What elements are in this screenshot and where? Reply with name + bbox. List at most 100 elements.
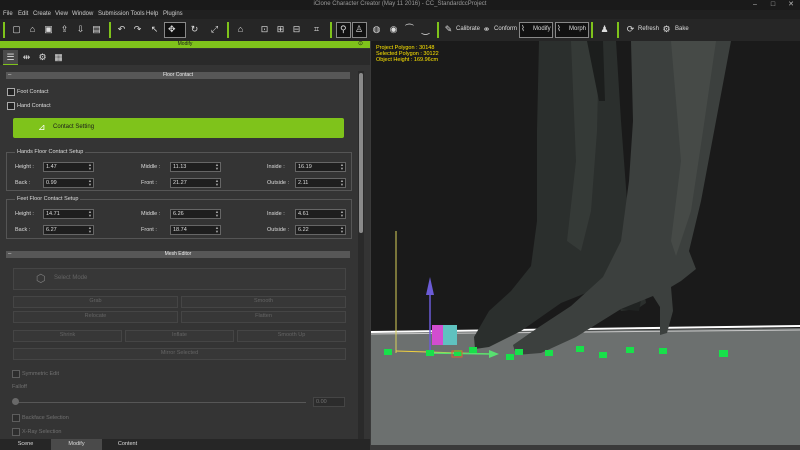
new-file-icon[interactable]: ▢ — [10, 23, 23, 36]
hands-inside-field[interactable]: 16.19 ▲ ▼ — [295, 162, 346, 172]
relocate-button[interactable]: Relocate — [13, 311, 178, 323]
feet-height-field[interactable]: 14.71 ▲ ▼ — [43, 209, 94, 219]
fit-view-icon[interactable]: ⊡ — [258, 23, 271, 36]
tab-modify[interactable]: Modify — [51, 439, 102, 450]
morph-button[interactable]: ⌇ Morph — [555, 22, 589, 38]
symmetric-edit-checkbox[interactable] — [12, 370, 20, 378]
spin-arrows-icon[interactable]: ▲ ▼ — [88, 179, 92, 187]
backface-selection-checkbox[interactable] — [12, 414, 20, 422]
shrink-button[interactable]: Shrink — [13, 330, 122, 342]
select-mode-button[interactable]: ⬡ Select Mode — [13, 268, 346, 290]
panel-scrollbar[interactable] — [358, 71, 364, 439]
hands-middle-field[interactable]: 11.13 ▲ ▼ — [170, 162, 221, 172]
contact-marker[interactable] — [515, 349, 523, 355]
inflate-button[interactable]: Inflate — [125, 330, 234, 342]
undo-icon[interactable]: ↶ — [115, 23, 128, 36]
redo-icon[interactable]: ↷ — [131, 23, 144, 36]
falloff-slider-track[interactable] — [16, 402, 306, 403]
menu-plugins[interactable]: Plugins — [163, 11, 183, 17]
flatten-button[interactable]: Flatten — [181, 311, 346, 323]
falloff-value-field[interactable]: 0.00 — [313, 397, 345, 407]
close-icon[interactable]: ✕ — [782, 0, 800, 10]
3d-viewport[interactable]: Project Polygon : 30148 Selected Polygon… — [371, 41, 800, 445]
spin-arrows-icon[interactable]: ▲ ▼ — [88, 210, 92, 218]
refresh-label[interactable]: Refresh — [638, 26, 659, 32]
tab-content[interactable]: Content — [102, 439, 153, 450]
contact-marker[interactable] — [545, 350, 553, 356]
save-icon[interactable]: ▣ — [42, 23, 55, 36]
rotate-icon[interactable]: ↻ — [188, 23, 201, 36]
select-arrow-icon[interactable]: ↖ — [148, 23, 161, 36]
import-icon[interactable]: ⇩ — [74, 23, 87, 36]
hands-height-field[interactable]: 1.47 ▲ ▼ — [43, 162, 94, 172]
spin-arrows-icon[interactable]: ▲ ▼ — [340, 210, 344, 218]
body-select-button[interactable]: ♙ — [352, 22, 367, 38]
gizmo-cube-side[interactable] — [432, 325, 443, 345]
sliders-tab-icon[interactable]: ☰ — [3, 50, 18, 65]
floor-contact-header[interactable]: – Floor Contact — [6, 72, 350, 79]
menu-submission-tools[interactable]: Submission Tools — [98, 11, 145, 17]
spin-arrows-icon[interactable]: ▲ ▼ — [88, 163, 92, 171]
globe-icon[interactable]: ◍ — [370, 23, 383, 36]
xray-selection-checkbox[interactable] — [12, 428, 20, 436]
checker-tab-icon[interactable]: ▦ — [51, 50, 66, 64]
feet-back-field[interactable]: 6.27 ▲ ▼ — [43, 225, 94, 235]
refresh-icon[interactable]: ⟳ — [624, 23, 637, 36]
hands-front-field[interactable]: 21.27 ▲ ▼ — [170, 178, 221, 188]
hand-contact-checkbox[interactable] — [7, 102, 15, 110]
feet-outside-field[interactable]: 6.22 ▲ ▼ — [295, 225, 346, 235]
shape-icon[interactable]: ⏜ — [403, 23, 416, 36]
bake-icon[interactable]: ⚙ — [660, 23, 673, 36]
scrollbar-thumb[interactable] — [359, 73, 363, 233]
feet-front-field[interactable]: 18.74 ▲ ▼ — [170, 225, 221, 235]
contact-marker[interactable] — [576, 346, 584, 352]
spin-arrows-icon[interactable]: ▲ ▼ — [215, 163, 219, 171]
feet-inside-field[interactable]: 4.61 ▲ ▼ — [295, 209, 346, 219]
spin-arrows-icon[interactable]: ▲ ▼ — [340, 179, 344, 187]
menu-file[interactable]: File — [3, 11, 13, 17]
contact-marker[interactable] — [599, 352, 607, 358]
morph-tab-icon[interactable]: ⇹ — [19, 50, 34, 64]
spin-arrows-icon[interactable]: ▲ ▼ — [215, 226, 219, 234]
smooth-up-button[interactable]: Smooth Up — [237, 330, 346, 342]
view-layout-icon[interactable]: ⌗ — [310, 23, 323, 36]
panel-settings-icon[interactable]: ⊙ — [358, 41, 363, 48]
foot-contact-checkbox[interactable] — [7, 88, 15, 96]
menu-edit[interactable]: Edit — [18, 11, 28, 17]
menu-view[interactable]: View — [55, 11, 68, 17]
conform-label[interactable]: Conform — [494, 26, 517, 32]
spin-arrows-icon[interactable]: ▲ ▼ — [88, 226, 92, 234]
hands-outside-field[interactable]: 2.11 ▲ ▼ — [295, 178, 346, 188]
export-icon[interactable]: ⇪ — [58, 23, 71, 36]
frame-selected-icon[interactable]: ⊟ — [290, 23, 303, 36]
conform-icon[interactable]: ⚭ — [480, 23, 493, 36]
avatar-icon[interactable]: ♟ — [598, 23, 611, 36]
contact-marker[interactable] — [426, 350, 434, 356]
render-icon[interactable]: ▤ — [90, 23, 103, 36]
grab-button[interactable]: Grab — [13, 296, 178, 308]
menu-window[interactable]: Window — [72, 11, 93, 17]
tab-scene[interactable]: Scene — [0, 439, 51, 450]
contact-marker[interactable] — [626, 347, 634, 353]
maximize-icon[interactable]: □ — [764, 0, 782, 10]
contact-setting-button[interactable]: ⊿ Contact Setting — [13, 118, 344, 138]
menu-create[interactable]: Create — [33, 11, 51, 17]
smooth-button[interactable]: Smooth — [181, 296, 346, 308]
transform-tab-icon[interactable]: ⚙ — [35, 50, 50, 64]
spin-arrows-icon[interactable]: ▲ ▼ — [340, 226, 344, 234]
spin-arrows-icon[interactable]: ▲ ▼ — [215, 179, 219, 187]
bone-tool-button[interactable]: ⚲ — [336, 22, 351, 38]
contact-marker[interactable] — [659, 348, 667, 354]
mesh-editor-header[interactable]: – Mesh Editor — [6, 251, 350, 258]
camera-home-icon[interactable]: ⌂ — [234, 23, 247, 36]
zoom-extents-icon[interactable]: ⊞ — [274, 23, 287, 36]
contact-marker[interactable] — [506, 354, 514, 360]
move-tool-button[interactable]: ✥ — [164, 22, 186, 38]
falloff-slider-handle[interactable] — [12, 398, 19, 405]
contact-marker[interactable] — [469, 347, 477, 353]
menu-help[interactable]: Help — [146, 11, 158, 17]
bake-label[interactable]: Bake — [675, 26, 689, 32]
mirror-selected-button[interactable]: Mirror Selected — [13, 348, 346, 360]
modify-button[interactable]: ⌇ Modify — [519, 22, 553, 38]
hands-back-field[interactable]: 0.99 ▲ ▼ — [43, 178, 94, 188]
